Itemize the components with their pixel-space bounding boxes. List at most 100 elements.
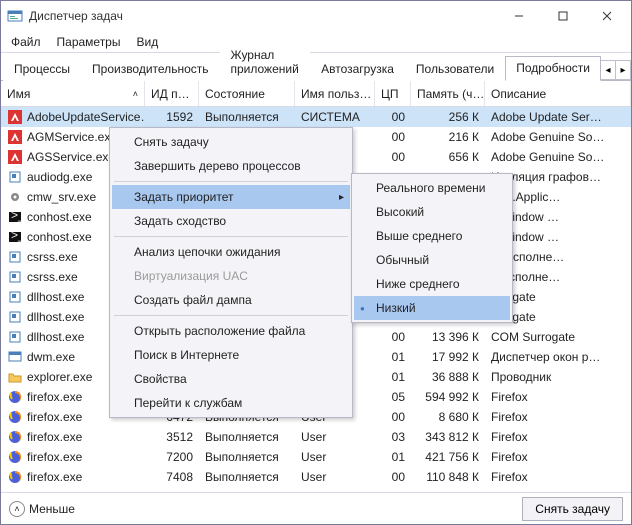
col-mem[interactable]: Память (ч… xyxy=(411,81,485,106)
menubar: Файл Параметры Вид xyxy=(1,31,631,53)
ctx-end-tree[interactable]: Завершить дерево процессов xyxy=(112,154,350,178)
app-icon xyxy=(7,8,23,24)
cell-desc: Adobe Genuine So… xyxy=(485,130,631,144)
cell-mem: 656 К xyxy=(411,150,485,164)
process-name: dllhost.exe xyxy=(27,310,84,324)
table-row[interactable]: firefox.exe7408ВыполняетсяUser00110 848 … xyxy=(1,467,631,487)
cell-user: User xyxy=(295,450,375,464)
tab-startup[interactable]: Автозагрузка xyxy=(310,57,405,81)
process-icon xyxy=(7,429,23,445)
process-icon xyxy=(7,449,23,465)
cell-user: СИСТЕМА xyxy=(295,110,375,124)
col-cpu[interactable]: ЦП xyxy=(375,81,411,106)
tab-scroll-right[interactable]: ▸ xyxy=(615,60,631,80)
table-row[interactable]: firefox.exe7200ВыполняетсяUser01421 756 … xyxy=(1,447,631,467)
ctx-set-priority[interactable]: Задать приоритет xyxy=(112,185,350,209)
process-table[interactable]: AdobeUpdateService…1592ВыполняетсяСИСТЕМ… xyxy=(1,107,631,492)
process-name: audiodg.exe xyxy=(27,170,92,184)
process-icon xyxy=(7,289,23,305)
process-name: csrss.exe xyxy=(27,270,78,284)
process-icon xyxy=(7,189,23,205)
process-name: AdobeUpdateService… xyxy=(27,110,145,124)
process-icon xyxy=(7,269,23,285)
ctx-open-location[interactable]: Открыть расположение файла xyxy=(112,319,350,343)
cell-desc: Firefox xyxy=(485,390,631,404)
tab-processes[interactable]: Процессы xyxy=(3,57,81,81)
cell-pid: 3512 xyxy=(145,430,199,444)
svg-text:>_: >_ xyxy=(11,230,22,242)
process-icon: >_ xyxy=(7,229,23,245)
tab-performance[interactable]: Производительность xyxy=(81,57,219,81)
cell-name: firefox.exe xyxy=(1,449,145,465)
tab-apphistory[interactable]: Журнал приложений xyxy=(220,43,311,81)
cell-state: Выполняется xyxy=(199,450,295,464)
cell-cpu: 00 xyxy=(375,150,411,164)
cell-mem: 216 К xyxy=(411,130,485,144)
process-name: AGSService.exe xyxy=(27,150,115,164)
titlebar: Диспетчер задач xyxy=(1,1,631,31)
svg-text:>_: >_ xyxy=(11,210,22,222)
process-icon xyxy=(7,409,23,425)
process-icon xyxy=(7,309,23,325)
col-user[interactable]: Имя польз… xyxy=(295,81,375,106)
priority-submenu: Реального времени Высокий Выше среднего … xyxy=(351,173,513,323)
prio-above-normal[interactable]: Выше среднего xyxy=(354,224,510,248)
minimize-button[interactable] xyxy=(497,1,541,31)
tab-users[interactable]: Пользователи xyxy=(405,57,505,81)
process-icon xyxy=(7,109,23,125)
menu-options[interactable]: Параметры xyxy=(49,33,129,51)
ctx-set-affinity[interactable]: Задать сходство xyxy=(112,209,350,233)
cell-mem: 256 К xyxy=(411,110,485,124)
cell-mem: 110 848 К xyxy=(411,470,485,484)
cell-mem: 343 812 К xyxy=(411,430,485,444)
prio-low[interactable]: Низкий xyxy=(354,296,510,320)
cell-name: firefox.exe xyxy=(1,429,145,445)
table-row[interactable]: firefox.exe3512ВыполняетсяUser03343 812 … xyxy=(1,427,631,447)
ctx-sep xyxy=(114,181,348,182)
cell-mem: 421 756 К xyxy=(411,450,485,464)
col-state[interactable]: Состояние xyxy=(199,81,295,106)
cell-mem: 8 680 К xyxy=(411,410,485,424)
col-pid[interactable]: ИД п… xyxy=(145,81,199,106)
process-name: firefox.exe xyxy=(27,470,82,484)
cell-state: Выполняется xyxy=(199,430,295,444)
menu-file[interactable]: Файл xyxy=(3,33,49,51)
close-button[interactable] xyxy=(585,1,629,31)
prio-high[interactable]: Высокий xyxy=(354,200,510,224)
cell-state: Выполняется xyxy=(199,470,295,484)
cell-desc: Firefox xyxy=(485,430,631,444)
table-row[interactable]: AdobeUpdateService…1592ВыполняетсяСИСТЕМ… xyxy=(1,107,631,127)
process-icon: >_ xyxy=(7,209,23,225)
context-menu: Снять задачу Завершить дерево процессов … xyxy=(109,127,353,418)
process-icon xyxy=(7,389,23,405)
col-desc[interactable]: Описание xyxy=(485,81,631,106)
tab-scroll: ◂ ▸ xyxy=(601,60,631,80)
end-task-button[interactable]: Снять задачу xyxy=(522,497,623,521)
fewer-details-label: Меньше xyxy=(29,502,75,516)
cell-desc: Adobe Genuine So… xyxy=(485,150,631,164)
process-name: firefox.exe xyxy=(27,450,82,464)
cell-desc: Firefox xyxy=(485,450,631,464)
maximize-button[interactable] xyxy=(541,1,585,31)
ctx-search-online[interactable]: Поиск в Интернете xyxy=(112,343,350,367)
ctx-wait-chain[interactable]: Анализ цепочки ожидания xyxy=(112,240,350,264)
ctx-create-dump[interactable]: Создать файл дампа xyxy=(112,288,350,312)
menu-view[interactable]: Вид xyxy=(128,33,166,51)
prio-normal[interactable]: Обычный xyxy=(354,248,510,272)
col-name[interactable]: Имя˄ xyxy=(1,81,145,106)
fewer-details-button[interactable]: ˄ Меньше xyxy=(9,501,75,517)
ctx-goto-services[interactable]: Перейти к службам xyxy=(112,391,350,415)
cell-desc: Firefox xyxy=(485,410,631,424)
cell-desc: Adobe Update Ser… xyxy=(485,110,631,124)
chevron-up-icon: ˄ xyxy=(9,501,25,517)
cell-cpu: 00 xyxy=(375,470,411,484)
prio-below-normal[interactable]: Ниже среднего xyxy=(354,272,510,296)
tab-scroll-left[interactable]: ◂ xyxy=(600,60,616,80)
process-name: dwm.exe xyxy=(27,350,75,364)
ctx-end-task[interactable]: Снять задачу xyxy=(112,130,350,154)
prio-realtime[interactable]: Реального времени xyxy=(354,176,510,200)
process-icon xyxy=(7,469,23,485)
cell-user: User xyxy=(295,430,375,444)
tab-details[interactable]: Подробности xyxy=(505,56,601,81)
ctx-properties[interactable]: Свойства xyxy=(112,367,350,391)
